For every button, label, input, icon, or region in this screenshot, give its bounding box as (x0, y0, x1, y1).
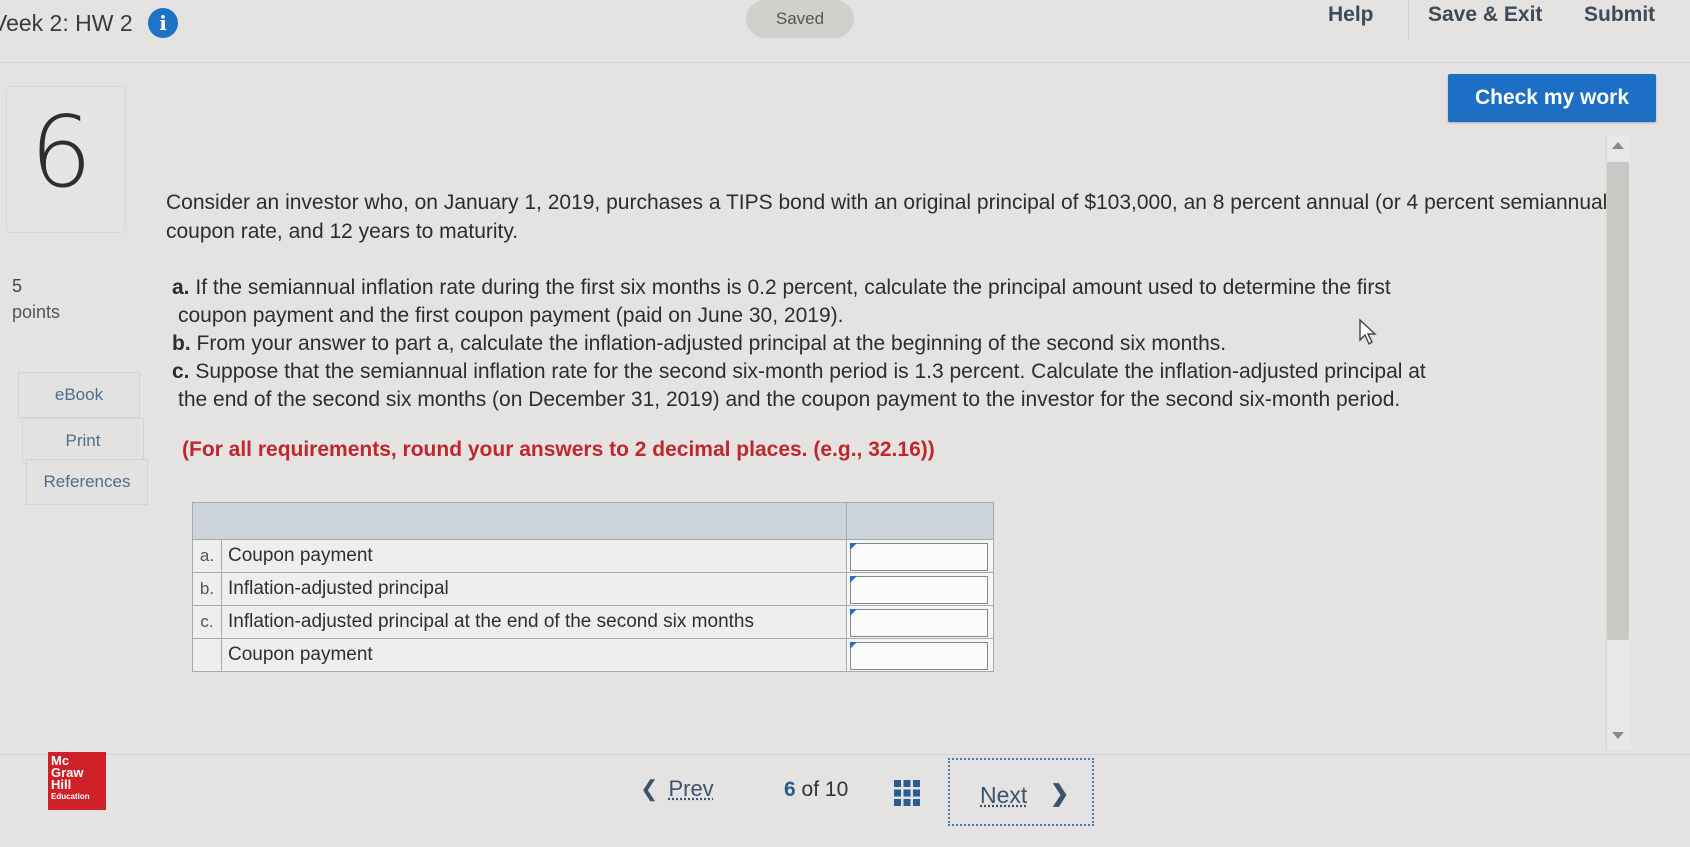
row-letter (193, 639, 222, 672)
row-letter: c. (193, 606, 222, 639)
scroll-up-arrow-icon[interactable] (1612, 142, 1624, 149)
ebook-button[interactable]: eBook (18, 372, 140, 418)
inflation-adjusted-principal-c-input[interactable] (850, 609, 988, 637)
part-b-label: b. (172, 332, 191, 355)
table-header-cell (847, 503, 994, 540)
answer-cell (847, 573, 994, 606)
current-page: 6 (784, 778, 796, 801)
input-marker-icon (850, 642, 857, 649)
submit-link[interactable]: Submit (1584, 3, 1655, 27)
of-label: of (802, 778, 820, 801)
print-button[interactable]: Print (22, 418, 144, 464)
part-a-text-1: If the semiannual inflation rate during … (195, 276, 1390, 299)
part-a: a. If the semiannual inflation rate duri… (172, 274, 1632, 302)
coupon-payment-c-input[interactable] (850, 642, 988, 670)
question-parts: a. If the semiannual inflation rate duri… (172, 274, 1632, 414)
row-letter: a. (193, 540, 222, 573)
help-link[interactable]: Help (1328, 3, 1374, 27)
chevron-right-icon: ❯ (1050, 780, 1069, 807)
input-marker-icon (850, 609, 857, 616)
question-stem: Consider an investor who, on January 1, … (166, 188, 1616, 246)
part-c-text-1: Suppose that the semiannual inflation ra… (195, 360, 1425, 383)
input-marker-icon (850, 576, 857, 583)
row-label: Coupon payment (222, 540, 847, 573)
next-label: Next (980, 782, 1027, 809)
save-exit-link[interactable]: Save & Exit (1428, 3, 1542, 27)
answer-cell (847, 639, 994, 672)
saved-status-badge: Saved (746, 0, 854, 38)
next-button[interactable]: Next ❯ (948, 758, 1094, 826)
table-header-cell (193, 503, 847, 540)
inflation-adjusted-principal-b-input[interactable] (850, 576, 988, 604)
info-icon[interactable]: i (148, 8, 178, 38)
divider (1408, 0, 1409, 40)
table-header-row (193, 503, 994, 540)
table-row: b. Inflation-adjusted principal (193, 573, 994, 606)
part-a-label: a. (172, 276, 190, 299)
part-a-continued: coupon payment and the first coupon paym… (172, 302, 1632, 330)
part-c: c. Suppose that the semiannual inflation… (172, 358, 1632, 386)
total-pages: 10 (825, 778, 848, 801)
answer-cell (847, 540, 994, 573)
part-c-text-2: the end of the second six months (on Dec… (178, 388, 1400, 411)
row-label: Coupon payment (222, 639, 847, 672)
points-label: points (12, 302, 60, 323)
assignment-title: Veek 2: HW 2 (0, 10, 133, 37)
scroll-down-arrow-icon[interactable] (1612, 732, 1624, 739)
points-value: 5 (12, 276, 22, 297)
part-b: b. From your answer to part a, calculate… (172, 330, 1632, 358)
check-my-work-button[interactable]: Check my work (1448, 74, 1656, 122)
page-indicator: 6 of 10 (784, 778, 848, 802)
part-c-label: c. (172, 360, 190, 383)
row-letter: b. (193, 573, 222, 606)
table-row: c. Inflation-adjusted principal at the e… (193, 606, 994, 639)
mouse-cursor-icon (1358, 318, 1378, 346)
question-number: 6 (30, 96, 92, 210)
prev-label: Prev (668, 776, 713, 801)
part-b-text: From your answer to part a, calculate th… (197, 332, 1227, 355)
row-label: Inflation-adjusted principal (222, 573, 847, 606)
chevron-left-icon: ❮ (640, 776, 658, 801)
mcgraw-hill-logo: Mc Graw Hill Education (48, 752, 106, 810)
logo-text: Hill (51, 779, 106, 791)
coupon-payment-a-input[interactable] (850, 543, 988, 571)
rounding-instruction: (For all requirements, round your answer… (182, 438, 935, 462)
table-row: Coupon payment (193, 639, 994, 672)
answer-table: a. Coupon payment b. Inflation-adjusted … (192, 502, 994, 672)
table-row: a. Coupon payment (193, 540, 994, 573)
scrollbar-thumb[interactable] (1607, 162, 1629, 640)
top-bar: Veek 2: HW 2 i Saved Help Save & Exit Su… (0, 0, 1690, 63)
part-a-text-2: coupon payment and the first coupon paym… (178, 304, 843, 327)
prev-button[interactable]: ❮ Prev (640, 776, 714, 802)
logo-text: Education (51, 791, 106, 803)
answer-cell (847, 606, 994, 639)
question-grid-icon[interactable] (894, 780, 920, 806)
part-c-continued: the end of the second six months (on Dec… (172, 386, 1632, 414)
row-label: Inflation-adjusted principal at the end … (222, 606, 847, 639)
input-marker-icon (850, 543, 857, 550)
references-button[interactable]: References (26, 459, 148, 505)
